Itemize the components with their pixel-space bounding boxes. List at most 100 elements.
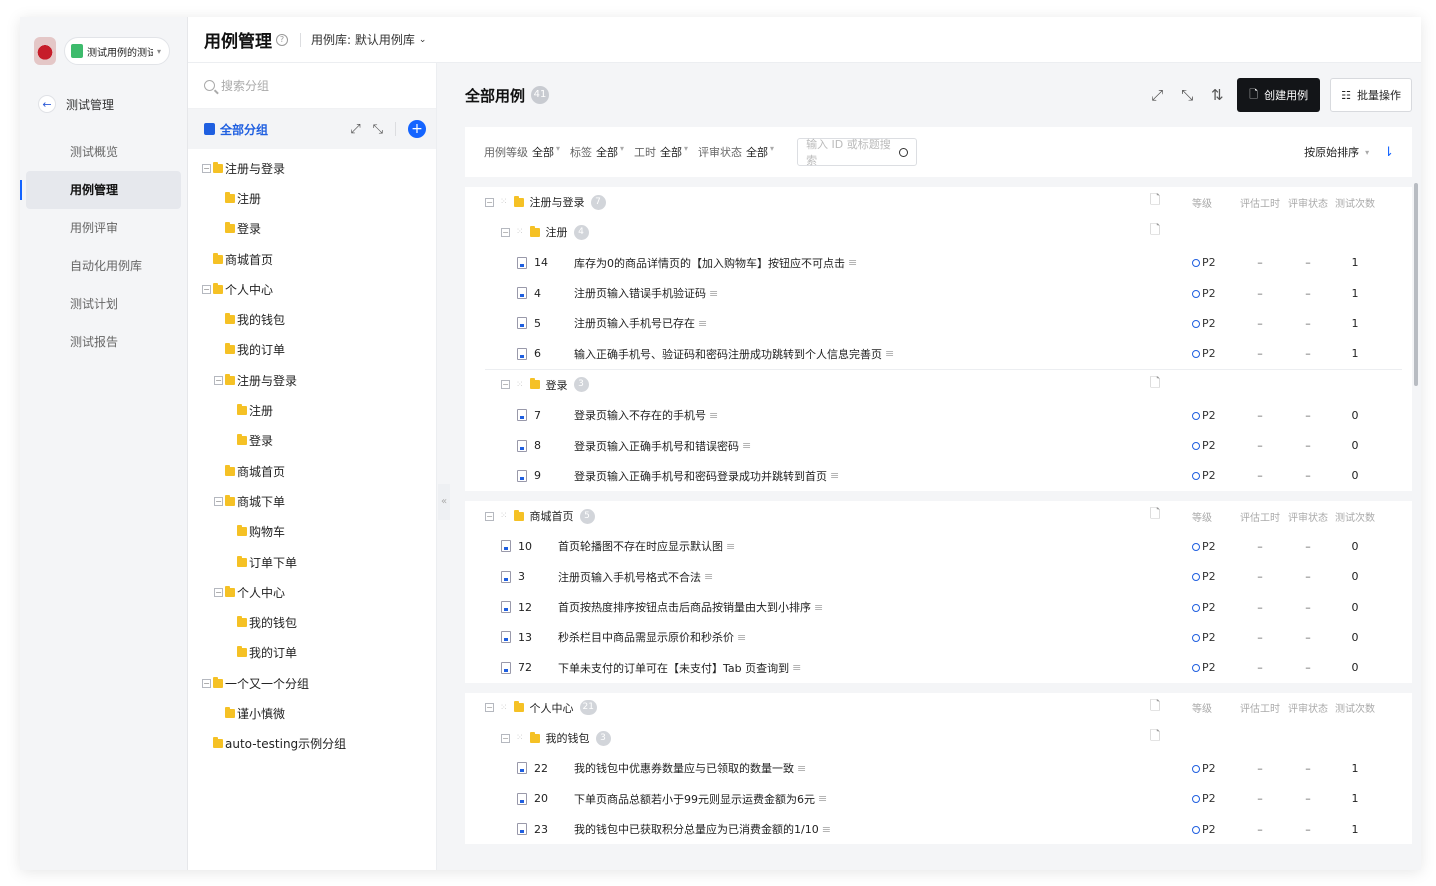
- add-case-icon[interactable]: 🗋: [1150, 727, 1160, 749]
- collapse-panel-handle[interactable]: «: [438, 484, 450, 520]
- filter-3[interactable]: 评审状态 全部 ▾: [698, 144, 784, 160]
- case-title[interactable]: 输入正确手机号、验证码和密码注册成功跳转到个人信息完善页: [574, 346, 882, 362]
- tree-node[interactable]: 商城首页: [188, 244, 436, 274]
- case-title[interactable]: 下单未支付的订单可在【未支付】Tab 页查询到: [558, 660, 789, 676]
- nav-item[interactable]: 测试概览: [26, 133, 181, 171]
- collapse-toggle-icon[interactable]: −: [485, 703, 494, 713]
- all-groups-item[interactable]: 全部分组 ⤢ ⤡ +: [188, 109, 436, 149]
- tree-node[interactable]: 登录: [188, 426, 436, 456]
- case-title[interactable]: 登录页输入正确手机号和错误密码: [574, 438, 739, 454]
- case-row[interactable]: 3 注册页输入手机号格式不合法 ≡ P2 – – 0: [465, 562, 1412, 592]
- tree-node[interactable]: − 注册与登录: [188, 365, 436, 395]
- scrollbar[interactable]: [1414, 183, 1418, 386]
- subgroup-row[interactable]: − ⁙ 我的钱包 3 🗋: [465, 723, 1412, 753]
- tree-node[interactable]: 我的订单: [188, 335, 436, 365]
- tree-node[interactable]: 我的钱包: [188, 607, 436, 637]
- case-row[interactable]: 22 我的钱包中优惠券数量应与已领取的数量一致 ≡ P2 – – 1: [465, 753, 1412, 783]
- drag-handle-icon[interactable]: ⁙: [516, 733, 524, 743]
- subgroup-row[interactable]: − ⁙ 登录 3 🗋: [465, 370, 1412, 400]
- group-row[interactable]: − ⁙ 注册与登录 7 🗋 等级 评估工时 评审状态 测试次数: [465, 187, 1412, 217]
- app-logo-icon[interactable]: [34, 37, 56, 65]
- help-icon[interactable]: ?: [276, 33, 288, 46]
- case-row[interactable]: 9 登录页输入正确手机号和密码登录成功并跳转到首页 ≡ P2 – – 0: [465, 461, 1412, 491]
- collapse-toggle-icon[interactable]: −: [501, 380, 510, 390]
- case-title[interactable]: 我的钱包中优惠券数量应与已领取的数量一致: [574, 760, 794, 776]
- case-row[interactable]: 8 登录页输入正确手机号和错误密码 ≡ P2 – – 0: [465, 430, 1412, 460]
- project-selector[interactable]: 测试用例的测试... ▾: [64, 37, 170, 65]
- library-selector[interactable]: 用例库: 默认用例库: [311, 31, 415, 48]
- case-title[interactable]: 首页轮播图不存在时应显示默认图: [558, 538, 723, 554]
- tree-node[interactable]: 谨小慎微: [188, 698, 436, 728]
- tree-node[interactable]: 我的订单: [188, 638, 436, 668]
- collapse-toggle-icon[interactable]: −: [214, 496, 223, 506]
- case-row[interactable]: 6 输入正确手机号、验证码和密码注册成功跳转到个人信息完善页 ≡ P2 – – 1: [465, 338, 1412, 368]
- add-case-icon[interactable]: 🗋: [1150, 505, 1160, 527]
- case-row[interactable]: 23 我的钱包中已获取积分总量应为已消费金额的1/10 ≡ P2 – – 1: [465, 814, 1412, 844]
- tree-node[interactable]: 商城首页: [188, 456, 436, 486]
- case-title[interactable]: 库存为0的商品详情页的【加入购物车】按钮应不可点击: [574, 255, 845, 271]
- collapse-toggle-icon[interactable]: −: [501, 733, 510, 743]
- expand-icon[interactable]: ⤢: [1147, 86, 1167, 104]
- collapse-toggle-icon[interactable]: −: [485, 197, 494, 207]
- collapse-all-icon[interactable]: ⤡: [373, 122, 383, 137]
- subgroup-row[interactable]: − ⁙ 注册 4 🗋: [465, 217, 1412, 247]
- tree-node[interactable]: 注册: [188, 395, 436, 425]
- add-case-icon[interactable]: 🗋: [1150, 191, 1160, 213]
- sort-dropdown[interactable]: 按原始排序 ▾ ⇂: [1304, 144, 1394, 160]
- tree-node[interactable]: 登录: [188, 214, 436, 244]
- tree-node[interactable]: − 个人中心: [188, 577, 436, 607]
- collapse-toggle-icon[interactable]: −: [202, 163, 211, 173]
- filter-0[interactable]: 用例等级 全部 ▾: [484, 144, 570, 160]
- case-row[interactable]: 4 注册页输入错误手机验证码 ≡ P2 – – 1: [465, 278, 1412, 308]
- collapse-toggle-icon[interactable]: −: [485, 511, 494, 521]
- group-row[interactable]: − ⁙ 个人中心 21 🗋 等级 评估工时 评审状态 测试次数: [465, 693, 1412, 723]
- tree-node[interactable]: 购物车: [188, 517, 436, 547]
- collapse-toggle-icon[interactable]: −: [202, 284, 211, 294]
- case-row[interactable]: 72 下单未支付的订单可在【未支付】Tab 页查询到 ≡ P2 – – 0: [465, 652, 1412, 682]
- tree-node[interactable]: − 一个又一个分组: [188, 668, 436, 698]
- collapse-icon[interactable]: ⤡: [1177, 86, 1197, 104]
- collapse-toggle-icon[interactable]: −: [214, 375, 223, 385]
- case-title[interactable]: 我的钱包中已获取积分总量应为已消费金额的1/10: [574, 821, 819, 837]
- group-search-input[interactable]: 搜索分组: [188, 63, 436, 109]
- expand-all-icon[interactable]: ⤢: [350, 122, 360, 137]
- collapse-toggle-icon[interactable]: −: [214, 587, 223, 597]
- add-case-icon[interactable]: 🗋: [1150, 374, 1160, 396]
- case-title[interactable]: 登录页输入不存在的手机号: [574, 407, 706, 423]
- tree-node[interactable]: 注册: [188, 183, 436, 213]
- import-export-icon[interactable]: ⇅: [1207, 86, 1227, 104]
- collapse-toggle-icon[interactable]: −: [202, 678, 211, 688]
- nav-item[interactable]: 用例管理: [20, 171, 181, 209]
- add-case-icon[interactable]: 🗋: [1150, 697, 1160, 719]
- case-search-input[interactable]: 输入 ID 或标题搜索: [797, 138, 918, 167]
- nav-item[interactable]: 测试计划: [26, 285, 181, 323]
- batch-operation-button[interactable]: ☷ 批量操作: [1330, 78, 1412, 112]
- nav-item[interactable]: 自动化用例库: [26, 247, 181, 285]
- nav-item[interactable]: 用例评审: [26, 209, 181, 247]
- group-row[interactable]: − ⁙ 商城首页 5 🗋 等级 评估工时 评审状态 测试次数: [465, 501, 1412, 531]
- case-title[interactable]: 秒杀栏目中商品需显示原价和秒杀价: [558, 629, 734, 645]
- case-title[interactable]: 注册页输入手机号格式不合法: [558, 569, 701, 585]
- tree-node[interactable]: 我的钱包: [188, 304, 436, 334]
- tree-node[interactable]: 订单下单: [188, 547, 436, 577]
- tree-node[interactable]: − 商城下单: [188, 486, 436, 516]
- collapse-toggle-icon[interactable]: −: [501, 227, 510, 237]
- case-row[interactable]: 12 首页按热度排序按钮点击后商品按销量由大到小排序 ≡ P2 – – 0: [465, 592, 1412, 622]
- case-row[interactable]: 10 首页轮播图不存在时应显示默认图 ≡ P2 – – 0: [465, 531, 1412, 561]
- chevron-down-icon[interactable]: ⌄: [419, 35, 427, 45]
- case-row[interactable]: 7 登录页输入不存在的手机号 ≡ P2 – – 0: [465, 400, 1412, 430]
- filter-2[interactable]: 工时 全部 ▾: [634, 144, 698, 160]
- tree-node[interactable]: − 注册与登录: [188, 153, 436, 183]
- tree-node[interactable]: auto-testing示例分组: [188, 729, 436, 759]
- create-case-button[interactable]: 🗋 创建用例: [1237, 78, 1321, 112]
- case-title[interactable]: 下单页商品总额若小于99元则显示运费金额为6元: [574, 791, 815, 807]
- drag-handle-icon[interactable]: ⁙: [500, 703, 508, 713]
- case-title[interactable]: 注册页输入手机号已存在: [574, 315, 695, 331]
- case-row[interactable]: 13 秒杀栏目中商品需显示原价和秒杀价 ≡ P2 – – 0: [465, 622, 1412, 652]
- nav-item[interactable]: 测试报告: [26, 323, 181, 361]
- add-group-button[interactable]: +: [408, 120, 426, 138]
- case-title[interactable]: 注册页输入错误手机验证码: [574, 285, 706, 301]
- back-to-test-management[interactable]: ← 测试管理: [20, 85, 187, 123]
- filter-1[interactable]: 标签 全部 ▾: [570, 144, 634, 160]
- case-title[interactable]: 首页按热度排序按钮点击后商品按销量由大到小排序: [558, 599, 811, 615]
